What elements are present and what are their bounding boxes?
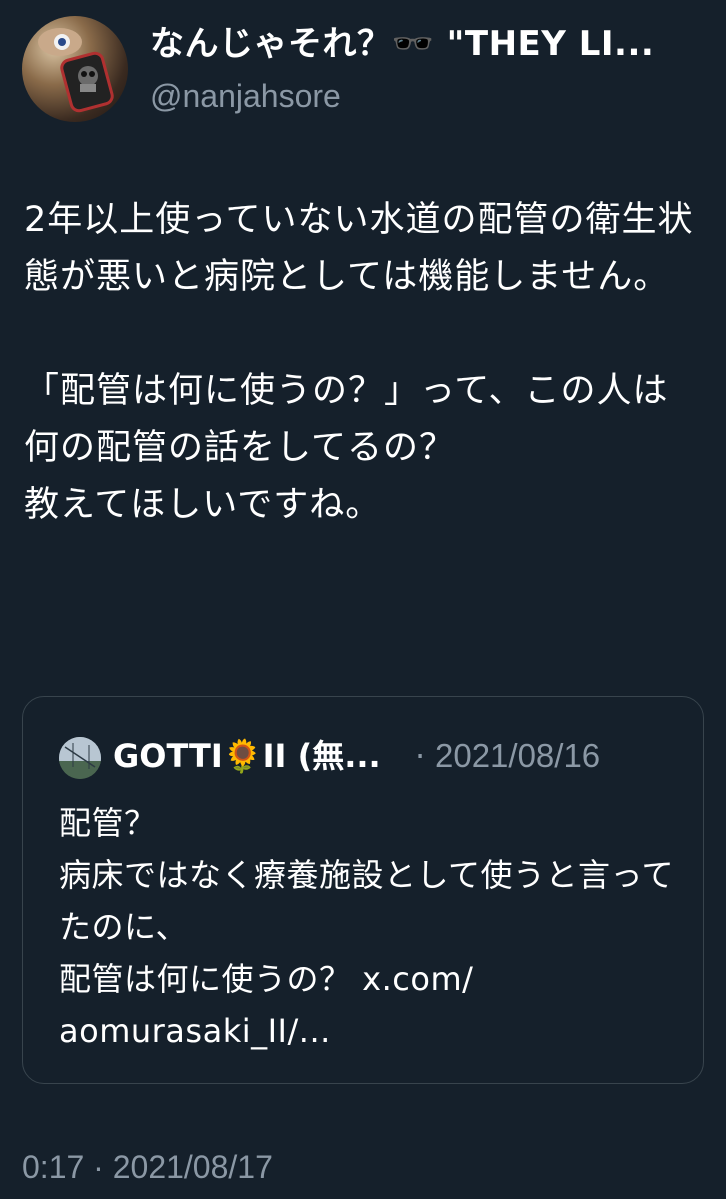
quoted-separator: · bbox=[415, 737, 426, 775]
quoted-user-avatar bbox=[59, 737, 101, 779]
quoted-date: 2021/08/16 bbox=[435, 737, 601, 774]
tweet-header: なんじゃそれ？🕶️ "THEY LI... @nanjahsore bbox=[22, 16, 712, 126]
timestamp-separator: · bbox=[93, 1149, 104, 1185]
user-avatar[interactable] bbox=[22, 16, 128, 122]
author-display-name[interactable]: なんじゃそれ？🕶️ "THEY LI... bbox=[150, 20, 654, 68]
quoted-avatar-image bbox=[59, 737, 101, 779]
avatar-image bbox=[38, 28, 114, 113]
tweet-body: 2年以上使っていない水道の配管の衛生状態が悪いと病院としては機能しません。 「配… bbox=[24, 200, 694, 525]
author-handle[interactable]: @nanjahsore bbox=[150, 74, 341, 118]
quoted-tweet[interactable]: GOTTI🌻II (無... · 2021/08/16 配管？ 病床ではなく療養… bbox=[22, 696, 704, 1084]
tweet-timestamp[interactable]: 0:17 · 2021/08/17 bbox=[22, 1144, 273, 1190]
quoted-tweet-body: 配管？ 病床ではなく療養施設として使うと言ってたのに、 配管は何に使うの？ x.… bbox=[59, 804, 674, 1050]
quoted-author-name: GOTTI🌻II (無... bbox=[113, 737, 381, 775]
tweet-date: 2021/08/17 bbox=[112, 1149, 273, 1185]
tweet-time: 0:17 bbox=[22, 1149, 85, 1185]
